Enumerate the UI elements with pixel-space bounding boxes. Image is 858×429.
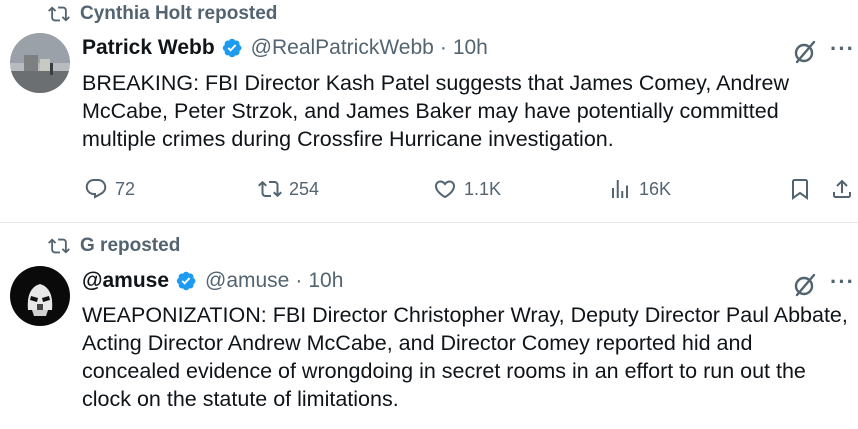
- like-button[interactable]: 1.1K: [433, 177, 501, 201]
- views-count: 16K: [639, 178, 672, 199]
- repost-icon: [48, 6, 70, 22]
- like-count: 1.1K: [464, 178, 502, 199]
- more-icon[interactable]: ···: [830, 269, 855, 295]
- share-icon: [833, 179, 851, 198]
- like-icon: [434, 180, 456, 199]
- avatar[interactable]: [10, 33, 70, 93]
- avatar-image: [10, 33, 70, 93]
- author-handle[interactable]: @RealPatrickWebb: [251, 36, 434, 60]
- separator-dot: ·: [439, 36, 447, 59]
- repost-icon: [258, 180, 282, 198]
- views-icon: [612, 180, 628, 198]
- grok-icon[interactable]: [792, 39, 818, 65]
- separator-dot: ·: [295, 269, 303, 292]
- author-name[interactable]: Patrick Webb: [82, 36, 215, 60]
- verified-badge-icon[interactable]: [221, 37, 243, 59]
- repost-count: 254: [289, 178, 320, 199]
- repost-button[interactable]: 254: [258, 177, 319, 201]
- author-handle[interactable]: @amuse: [205, 269, 289, 293]
- tweet-header: @amuse @amuse · 10h: [82, 269, 343, 293]
- author-name[interactable]: @amuse: [82, 269, 169, 293]
- action-bar: 72 254 1.1K 16K: [0, 177, 858, 203]
- reply-count: 72: [115, 178, 136, 199]
- tweet-text: WEAPONIZATION: FBI Director Christopher …: [82, 303, 848, 411]
- bookmark-icon: [792, 179, 808, 200]
- tweet-1[interactable]: Cynthia Holt reposted Patrick Webb @Real…: [0, 0, 858, 223]
- grok-icon[interactable]: [792, 272, 818, 298]
- bookmark-button[interactable]: [788, 177, 812, 201]
- share-button[interactable]: [830, 177, 854, 201]
- timestamp[interactable]: 10h: [453, 36, 488, 60]
- repost-context[interactable]: G reposted: [48, 235, 180, 257]
- views-button[interactable]: 16K: [608, 177, 671, 201]
- tweet-header: Patrick Webb @RealPatrickWebb · 10h: [82, 36, 488, 60]
- more-icon[interactable]: ···: [830, 36, 855, 62]
- reply-button[interactable]: 72: [84, 177, 135, 201]
- reply-icon: [85, 179, 107, 199]
- avatar-image: [10, 266, 70, 326]
- tweet-2[interactable]: G reposted @amuse @amuse · 10h ··· WEAPO…: [0, 223, 858, 429]
- tweet-text: BREAKING: FBI Director Kash Patel sugges…: [82, 71, 789, 151]
- avatar[interactable]: [10, 266, 70, 326]
- repost-label: G reposted: [80, 235, 181, 256]
- timestamp[interactable]: 10h: [308, 269, 343, 293]
- repost-label: Cynthia Holt reposted: [80, 3, 278, 24]
- repost-context[interactable]: Cynthia Holt reposted: [48, 3, 277, 25]
- verified-badge-icon[interactable]: [175, 270, 197, 292]
- repost-icon: [48, 238, 70, 254]
